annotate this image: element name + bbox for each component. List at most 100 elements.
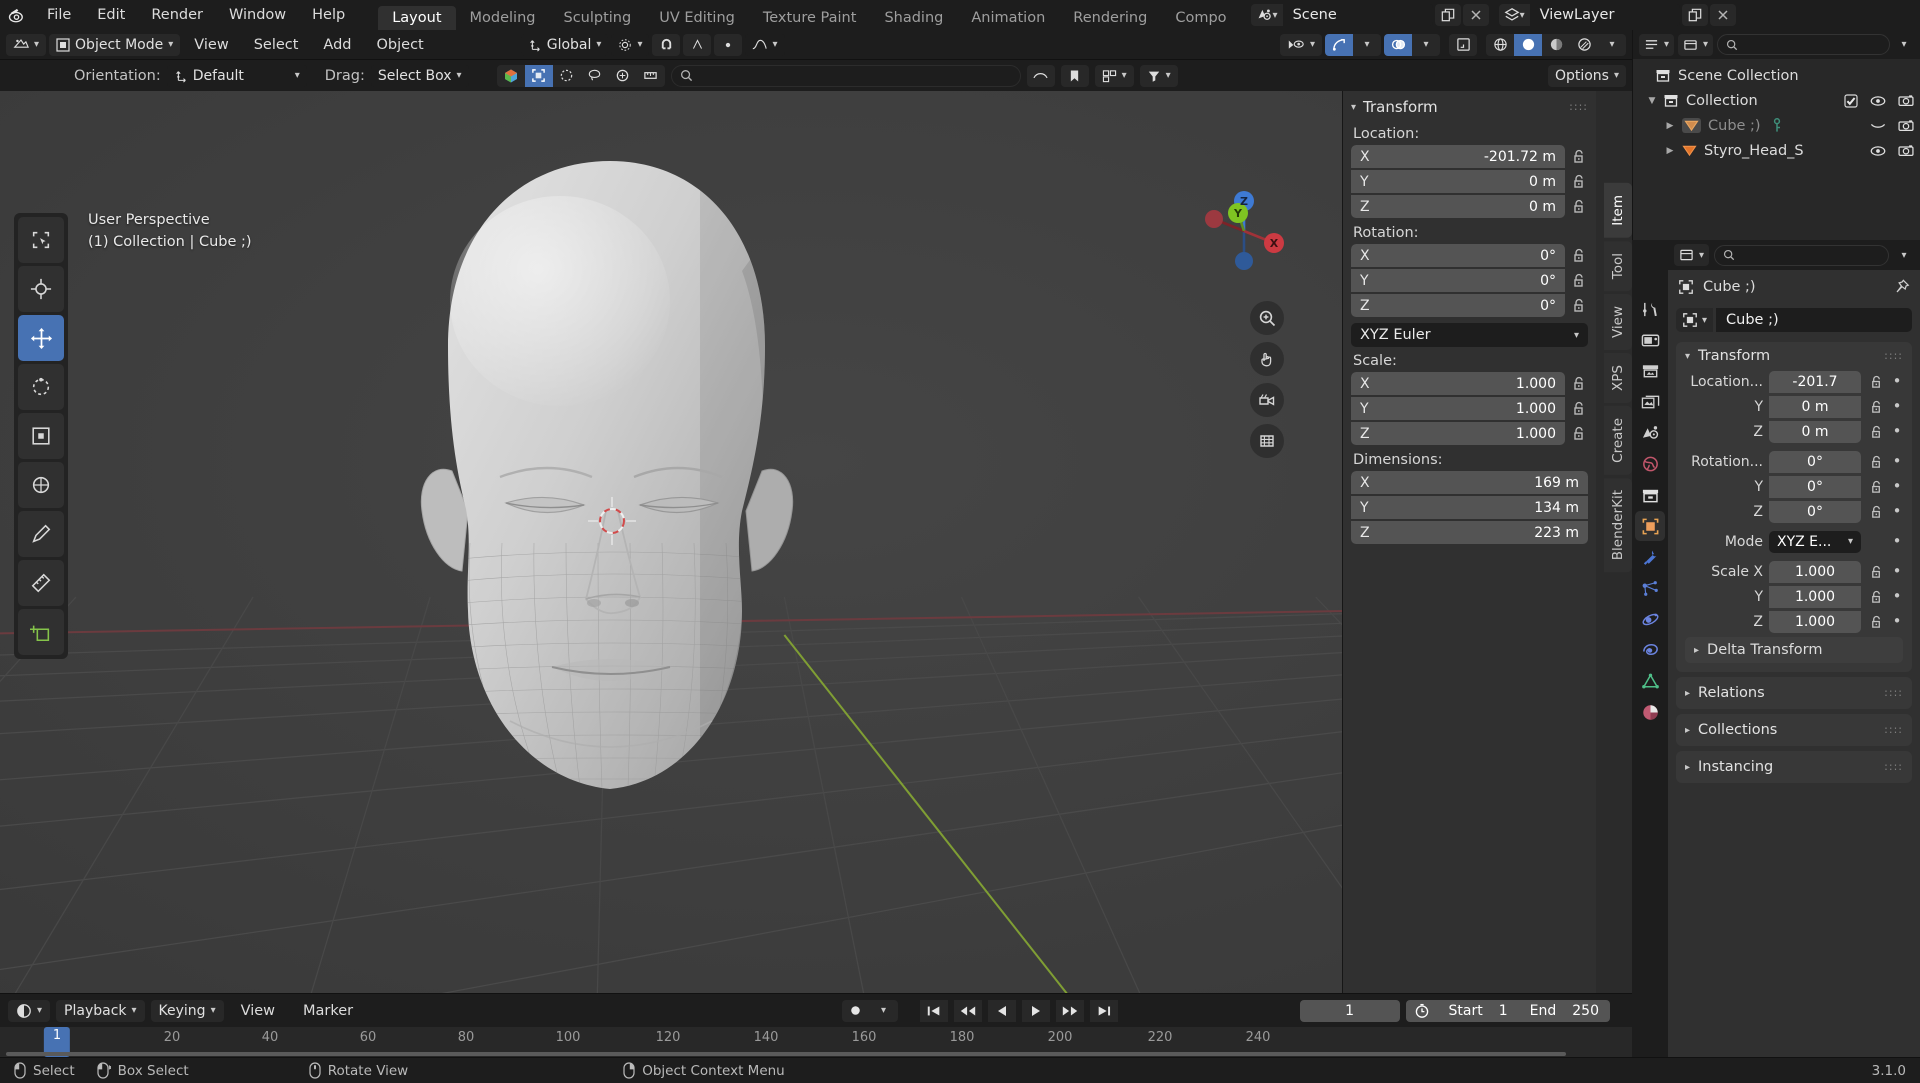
lock-location-x-icon[interactable] — [1570, 149, 1588, 164]
play-icon[interactable] — [1021, 999, 1050, 1022]
rotation-y-field[interactable]: 0° — [1769, 475, 1861, 498]
jump-to-start-icon[interactable] — [919, 999, 948, 1022]
new-viewlayer-button[interactable] — [1681, 4, 1708, 26]
outliner-editor-type-icon[interactable]: ▾ — [1639, 33, 1675, 56]
dimensions-z-field[interactable]: Z 223 m — [1351, 521, 1588, 544]
rotation-mode-dropdown[interactable]: XYZ Euler ▾ — [1351, 323, 1588, 347]
outliner-display-mode-icon[interactable]: ▾ — [1678, 33, 1714, 56]
collections-panel[interactable]: ▸ Collections :::: — [1676, 714, 1912, 746]
lock-rotation-z-icon[interactable] — [1867, 505, 1885, 519]
timeline-menu-marker[interactable]: Marker — [292, 1000, 364, 1022]
lock-rotation-x-icon[interactable] — [1867, 455, 1885, 469]
pan-hand-icon[interactable] — [1250, 342, 1284, 376]
styrofoam-head-mesh[interactable] — [0, 91, 1290, 821]
lock-scale-y-icon[interactable] — [1867, 590, 1885, 604]
tool-tab[interactable] — [1635, 294, 1665, 324]
start-frame-field[interactable]: Start 1 — [1438, 1003, 1519, 1019]
color-cube-icon[interactable] — [496, 64, 525, 87]
outliner-search-input[interactable] — [1717, 34, 1890, 55]
timeline-scrubber[interactable]: 1 20 40 60 80 100 120 140 160 180 200 22… — [0, 1027, 1632, 1057]
scale-z-field[interactable]: Z 1.000 — [1351, 422, 1565, 445]
outliner-row-collection[interactable]: ▼ Collection — [1633, 88, 1920, 113]
scale-y-field[interactable]: Y 1.000 — [1351, 397, 1565, 420]
measure-icon[interactable] — [636, 64, 665, 87]
workspace-tab-layout[interactable]: Layout — [378, 6, 456, 30]
properties-filter-dropdown[interactable]: ▾ — [1894, 244, 1914, 266]
n-panel-tab-view[interactable]: View — [1604, 293, 1632, 351]
3d-viewport[interactable]: User Perspective (1) Collection | Cube ;… — [0, 91, 1632, 993]
animate-rotation-x-icon[interactable]: • — [1891, 454, 1903, 469]
grip-dots-icon[interactable]: :::: — [1884, 350, 1903, 361]
filter-icon[interactable]: ▾ — [1139, 64, 1178, 87]
viewport-menu-select[interactable]: Select — [243, 34, 310, 56]
n-panel-tab-blenderkit[interactable]: BlenderKit — [1604, 477, 1632, 573]
viewport-menu-object[interactable]: Object — [366, 34, 435, 56]
n-panel-transform-header[interactable]: ▾ Transform :::: — [1343, 94, 1596, 120]
workspace-tab-compositing[interactable]: Compo — [1161, 6, 1240, 30]
constraints-tab[interactable] — [1635, 635, 1665, 665]
chevron-right-icon[interactable]: ▶ — [1663, 121, 1677, 131]
world-tab[interactable] — [1635, 449, 1665, 479]
lock-scale-z-icon[interactable] — [1867, 615, 1885, 629]
workspace-tab-texture-paint[interactable]: Texture Paint — [749, 6, 871, 30]
camera-view-icon[interactable] — [1250, 383, 1284, 417]
rotation-y-field[interactable]: Y 0° — [1351, 269, 1565, 292]
tool-search-input[interactable] — [670, 64, 1021, 87]
grip-dots-icon[interactable]: :::: — [1884, 687, 1903, 698]
scene-name-field[interactable]: Scene — [1282, 4, 1433, 26]
animate-rotation-mode-icon[interactable]: • — [1891, 534, 1903, 549]
timeline-menu-view[interactable]: View — [230, 1000, 286, 1022]
lock-location-z-icon[interactable] — [1570, 199, 1588, 214]
view-layer-tab[interactable] — [1635, 387, 1665, 417]
location-x-field[interactable]: X -201.72 m — [1351, 145, 1565, 168]
location-y-field[interactable]: Y0 m — [1351, 170, 1565, 193]
current-frame-field[interactable]: 1 — [1299, 999, 1400, 1022]
menu-window[interactable]: Window — [216, 0, 299, 30]
measure-tool[interactable] — [18, 560, 64, 606]
viewport-menu-view[interactable]: View — [183, 34, 239, 56]
collections-panel-header[interactable]: ▸ Collections :::: — [1676, 714, 1912, 746]
scale-z-field[interactable]: 1.000 — [1769, 610, 1861, 633]
relations-panel[interactable]: ▸ Relations :::: — [1676, 677, 1912, 709]
menu-help[interactable]: Help — [299, 0, 358, 30]
n-panel-tab-tool[interactable]: Tool — [1604, 240, 1632, 291]
view-layer-icon[interactable]: ▾ — [1498, 4, 1530, 26]
viewlayer-name-field[interactable]: ViewLayer — [1529, 4, 1680, 26]
viewlayer-selector[interactable]: ▾ ViewLayer — [1498, 4, 1680, 26]
animate-location-y-icon[interactable]: • — [1891, 399, 1903, 414]
lock-scale-y-icon[interactable] — [1570, 401, 1588, 416]
rotate-tool[interactable] — [18, 364, 64, 410]
location-z-field[interactable]: Z0 m — [1351, 195, 1565, 218]
object-id-picker[interactable]: ▾ — [1676, 308, 1714, 332]
n-panel-tab-item[interactable]: Item — [1604, 183, 1632, 238]
animate-rotation-z-icon[interactable]: • — [1891, 504, 1903, 519]
object-tab[interactable] — [1635, 511, 1665, 541]
rendered-shading-icon[interactable] — [1570, 33, 1598, 56]
object-visibility-icon[interactable]: ▾ — [1279, 33, 1322, 56]
editor-type-icon[interactable]: ▾ — [6, 33, 47, 56]
lock-rotation-x-icon[interactable] — [1570, 248, 1588, 263]
close-scene-button[interactable] — [1462, 4, 1489, 26]
outliner-row-styro-head[interactable]: ▶ Styro_Head_S — [1633, 138, 1920, 163]
rotation-z-field[interactable]: 0° — [1769, 500, 1861, 523]
object-mode-selector[interactable]: Object Mode ▾ — [49, 33, 181, 56]
object-data-tab[interactable] — [1635, 666, 1665, 696]
render-tab[interactable] — [1635, 325, 1665, 355]
jump-to-end-icon[interactable] — [1089, 999, 1118, 1022]
properties-editor-type-icon[interactable]: ▾ — [1674, 244, 1710, 266]
material-tab[interactable] — [1635, 697, 1665, 727]
animate-location-z-icon[interactable]: • — [1891, 424, 1903, 439]
menu-render[interactable]: Render — [138, 0, 216, 30]
select-circle-icon[interactable] — [552, 64, 581, 87]
relations-panel-header[interactable]: ▸ Relations :::: — [1676, 677, 1912, 709]
camera-icon[interactable] — [1898, 94, 1914, 107]
timeline-menu-keying[interactable]: Keying ▾ — [150, 999, 224, 1022]
dimensions-y-field[interactable]: Y 134 m — [1351, 496, 1588, 519]
object-name-field[interactable]: Cube ;) — [1716, 308, 1912, 332]
shading-settings-dropdown[interactable]: ▾ — [1598, 33, 1626, 56]
proportional-falloff-selector[interactable]: ▾ — [745, 33, 785, 56]
workspace-tab-rendering[interactable]: Rendering — [1059, 6, 1161, 30]
blender-logo-icon[interactable] — [0, 0, 34, 30]
add-cube-tool[interactable] — [18, 609, 64, 655]
animate-scale-x-icon[interactable]: • — [1891, 564, 1903, 579]
